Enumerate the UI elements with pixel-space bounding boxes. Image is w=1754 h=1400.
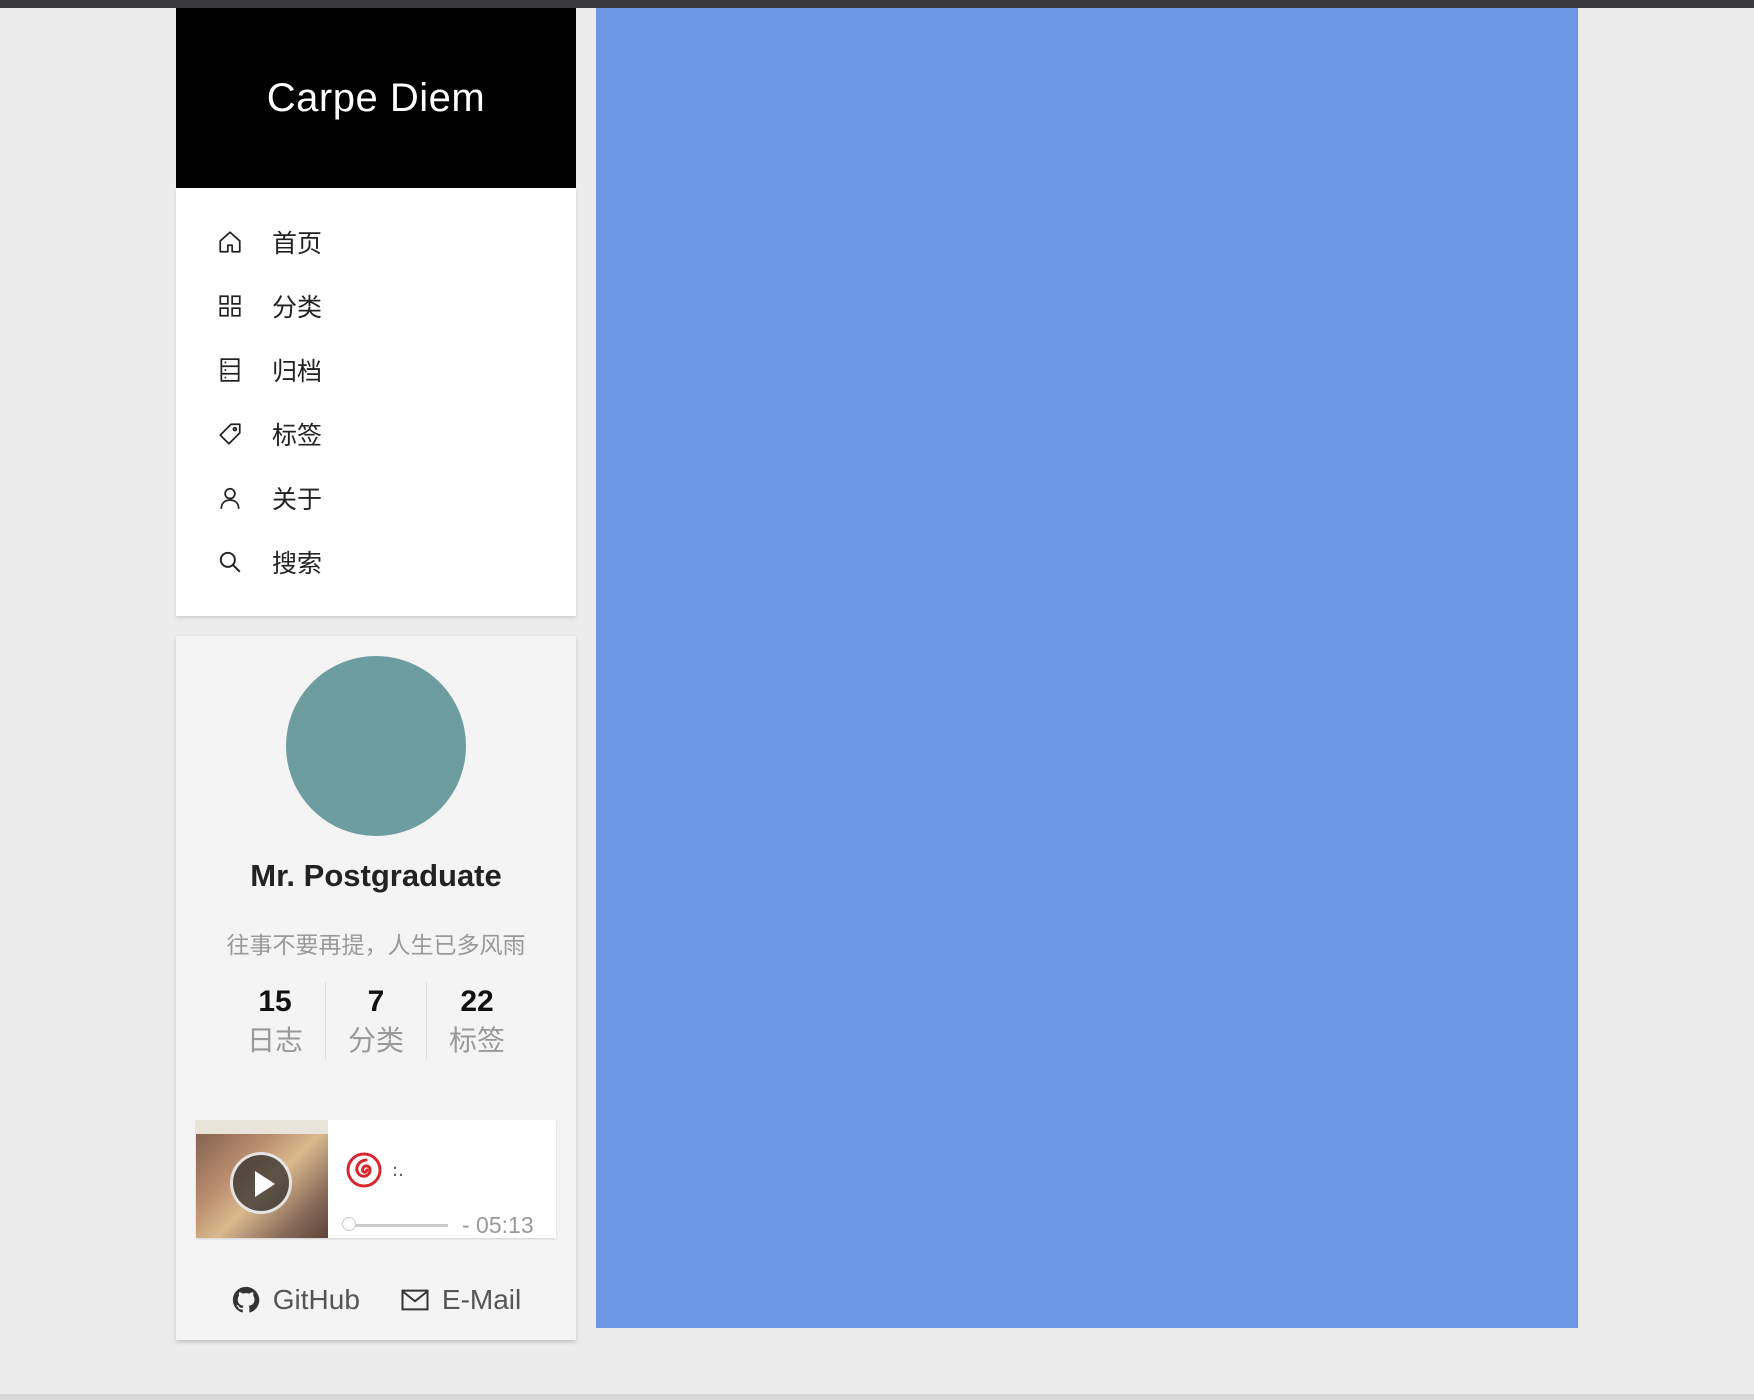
menu-item-label: 搜索	[272, 549, 323, 578]
menu-item-home[interactable]: 首页	[176, 210, 576, 274]
window-bottom-edge	[0, 1394, 1754, 1400]
stat-count: 7	[367, 985, 385, 1018]
stat-count: 22	[460, 985, 494, 1018]
sidebar: Carpe Diem 首页 分类 归档 标签 关于 搜索 Mr. Postgra…	[176, 8, 576, 1340]
site-brand[interactable]: Carpe Diem	[176, 8, 576, 188]
stat-label: 分类	[347, 1024, 404, 1057]
music-player: :. - 05:13	[196, 1120, 556, 1238]
stat-posts[interactable]: 15 日志	[225, 982, 325, 1060]
menu-item-tags[interactable]: 标签	[176, 402, 576, 466]
site-title[interactable]: Carpe Diem	[267, 76, 485, 121]
menu-item-label: 关于	[272, 485, 323, 514]
stat-count: 15	[258, 985, 292, 1018]
author-name: Mr. Postgraduate	[250, 858, 502, 893]
main-menu: 首页 分类 归档 标签 关于 搜索	[176, 188, 576, 616]
social-links: GitHub E-Mail	[176, 1284, 576, 1316]
album-cover	[196, 1120, 328, 1238]
menu-item-label: 归档	[272, 357, 323, 386]
user-icon	[216, 484, 244, 512]
menu-item-archives[interactable]: 归档	[176, 338, 576, 402]
menu-item-about[interactable]: 关于	[176, 466, 576, 530]
email-link-label: E-Mail	[441, 1284, 522, 1315]
github-icon	[232, 1286, 259, 1313]
progress-bar[interactable]	[342, 1217, 448, 1231]
menu-item-categories[interactable]: 分类	[176, 274, 576, 338]
github-link[interactable]: GitHub	[231, 1284, 360, 1316]
author-profile: Mr. Postgraduate 往事不要再提，人生已多风雨 15 日志 7 分…	[176, 636, 576, 1340]
progress-knob[interactable]	[342, 1217, 356, 1231]
mail-icon	[401, 1289, 429, 1311]
avatar	[286, 656, 466, 836]
window-top-bar	[0, 0, 1754, 8]
search-icon	[216, 548, 244, 576]
stat-categories[interactable]: 7 分类	[325, 982, 426, 1060]
site-stats: 15 日志 7 分类 22 标签	[196, 982, 556, 1060]
menu-item-search[interactable]: 搜索	[176, 530, 576, 594]
song-title: :.	[392, 1160, 404, 1181]
stat-label: 日志	[246, 1024, 303, 1057]
tag-icon	[216, 420, 244, 448]
author-motto: 往事不要再提，人生已多风雨	[226, 933, 526, 959]
stat-label: 标签	[448, 1024, 505, 1057]
email-link[interactable]: E-Mail	[400, 1284, 521, 1316]
play-button[interactable]	[230, 1152, 292, 1214]
album-cover-strip	[196, 1120, 328, 1134]
menu-item-label: 首页	[272, 229, 323, 258]
home-icon	[216, 228, 244, 256]
main-content-area	[596, 8, 1578, 1328]
menu-item-label: 分类	[272, 293, 323, 322]
github-link-label: GitHub	[272, 1284, 360, 1315]
archive-icon	[216, 356, 244, 384]
song-duration: - 05:13	[462, 1212, 534, 1238]
netease-music-icon	[346, 1152, 382, 1188]
stat-tags[interactable]: 22 标签	[426, 982, 527, 1060]
menu-item-label: 标签	[272, 421, 323, 450]
player-body: :. - 05:13	[328, 1120, 556, 1238]
grid-icon	[216, 292, 244, 320]
